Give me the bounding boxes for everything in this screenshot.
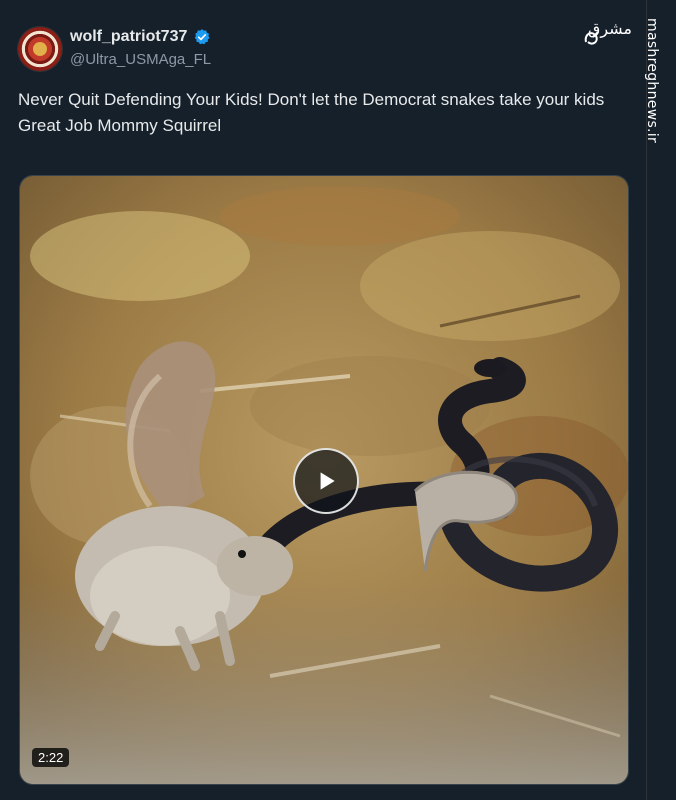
avatar[interactable] <box>18 27 62 71</box>
play-icon <box>320 472 335 490</box>
verified-badge-icon <box>195 29 210 45</box>
play-button[interactable] <box>293 448 359 514</box>
watermark-site: mashreghnews.ir <box>644 18 660 144</box>
author-row: wolf_patriot737 <box>70 28 211 46</box>
author-name[interactable]: wolf_patriot737 <box>70 28 187 46</box>
tweet-card: wolf_patriot737 @Ultra_USMAga_FL Never Q… <box>0 0 646 800</box>
author-handle[interactable]: @Ultra_USMAga_FL <box>70 51 211 68</box>
video-duration: 2:22 <box>32 748 70 767</box>
tweet-text: Never Quit Defending Your Kids! Don't le… <box>18 90 605 135</box>
video-player[interactable]: 2:22 <box>19 175 629 785</box>
watermark-logo: مشرق <box>584 19 632 45</box>
